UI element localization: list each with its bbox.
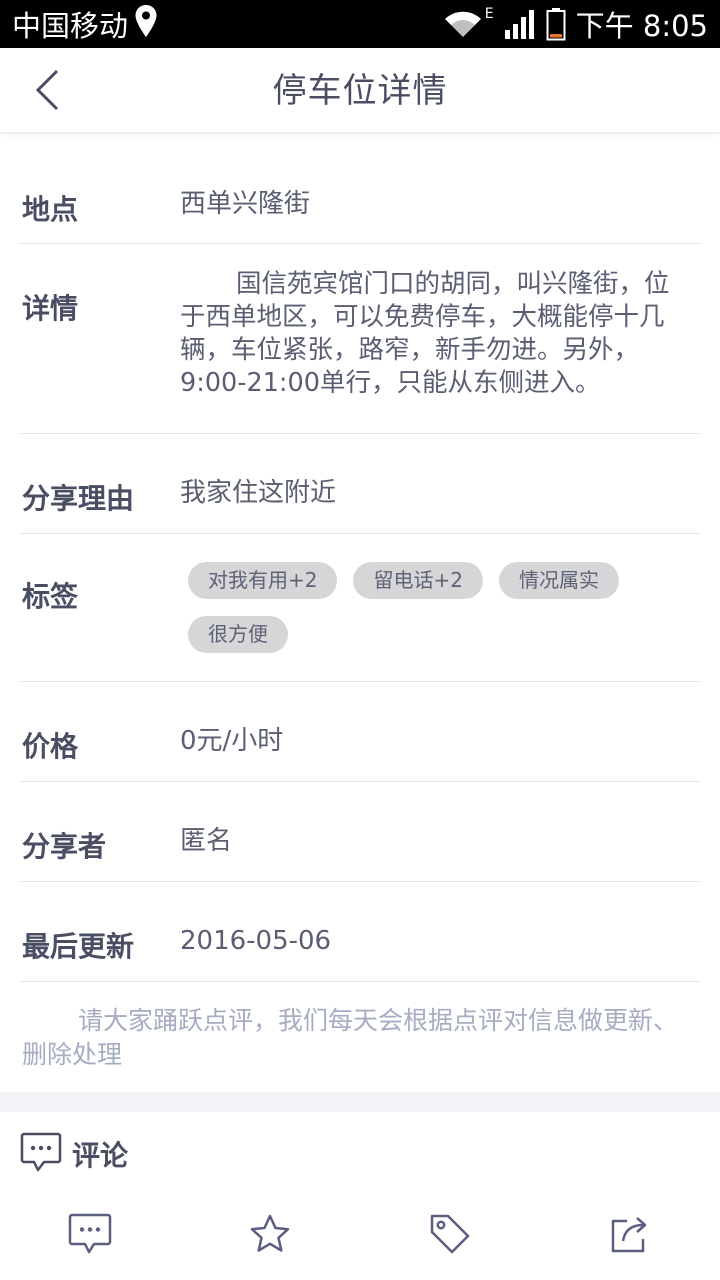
section-divider <box>0 1092 720 1112</box>
clock: 下午 8:05 <box>575 9 708 43</box>
sharer-value: 匿名 <box>180 826 233 856</box>
signal-icon <box>504 8 536 40</box>
location-value: 西单兴隆街 <box>180 189 311 219</box>
star-icon <box>249 1213 291 1259</box>
share-button[interactable] <box>540 1192 720 1280</box>
reason-label: 分享理由 <box>22 482 135 515</box>
price-label: 价格 <box>22 730 79 763</box>
page-title: 停车位详情 <box>272 71 448 111</box>
tags-list: 对我有用+2 留电话+2 情况属实 很方便 <box>188 562 660 653</box>
chat-bubble-icon <box>20 1132 62 1176</box>
location-row: 地点 西单兴隆街 <box>20 136 700 244</box>
tag-chip[interactable]: 对我有用+2 <box>188 562 338 599</box>
reason-value: 我家住这附近 <box>180 478 337 508</box>
sharer-label: 分享者 <box>22 830 107 863</box>
reason-row: 分享理由 我家住这附近 <box>20 434 700 534</box>
tags-row: 标签 对我有用+2 留电话+2 情况属实 很方便 <box>20 534 700 682</box>
tag-icon <box>428 1212 472 1260</box>
comments-header: 评论 <box>0 1112 720 1190</box>
location-icon <box>134 4 158 45</box>
price-row: 价格 0元/小时 <box>20 682 700 782</box>
description-row: 详情 国信苑宾馆门口的胡同，叫兴隆街，位于西单地区，可以免费停车，大概能停十几辆… <box>20 244 700 434</box>
description-label: 详情 <box>22 292 79 325</box>
bottom-toolbar <box>0 1192 720 1280</box>
comments-title: 评论 <box>72 1139 129 1172</box>
tag-chip[interactable]: 情况属实 <box>498 562 619 599</box>
share-icon <box>609 1213 651 1259</box>
price-value: 0元/小时 <box>180 726 284 756</box>
notice-text: 请大家踊跃点评，我们每天会根据点评对信息做更新、删除处理 <box>22 1006 679 1069</box>
updated-row: 最后更新 2016-05-06 <box>20 882 700 982</box>
description-value: 国信苑宾馆门口的胡同，叫兴隆街，位于西单地区，可以免费停车，大概能停十几辆，车位… <box>180 269 670 398</box>
comment-icon <box>68 1213 112 1259</box>
updated-label: 最后更新 <box>22 930 135 963</box>
tag-chip[interactable]: 很方便 <box>188 616 288 653</box>
battery-icon <box>546 7 566 41</box>
comment-button[interactable] <box>0 1192 180 1280</box>
detail-content: 地点 西单兴隆街 详情 国信苑宾馆门口的胡同，叫兴隆街，位于西单地区，可以免费停… <box>0 136 720 1190</box>
carrier-name: 中国移动 <box>12 9 129 43</box>
sharer-row: 分享者 匿名 <box>20 782 700 882</box>
tag-button[interactable] <box>360 1192 540 1280</box>
status-right: E 下午 8:05 <box>443 3 708 45</box>
tags-label: 标签 <box>22 580 79 613</box>
chevron-left-icon <box>33 68 63 116</box>
status-left: 中国移动 <box>12 3 158 45</box>
status-bar: 中国移动 E 下午 8:05 <box>0 0 720 48</box>
location-label: 地点 <box>22 193 79 226</box>
network-type: E <box>484 6 494 22</box>
back-button[interactable] <box>22 66 74 118</box>
tag-chip[interactable]: 留电话+2 <box>353 562 483 599</box>
nav-bar: 停车位详情 <box>0 48 720 134</box>
favorite-button[interactable] <box>180 1192 360 1280</box>
updated-value: 2016-05-06 <box>180 926 332 956</box>
wifi-icon <box>443 9 483 39</box>
